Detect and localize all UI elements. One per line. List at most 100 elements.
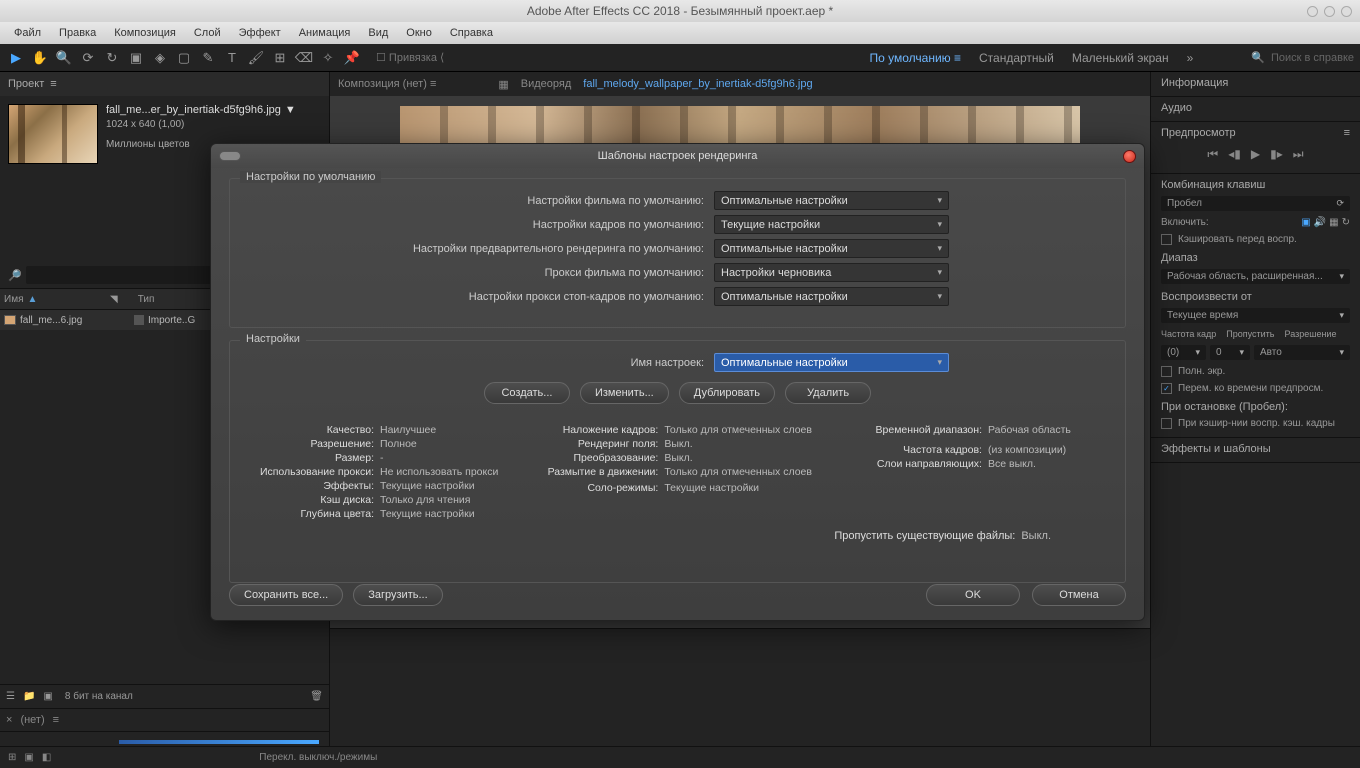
- dialog-close-icon[interactable]: [1123, 150, 1136, 163]
- dialog-titlebar[interactable]: Шаблоны настроек рендеринга: [211, 144, 1144, 168]
- toggle-switches-label[interactable]: Перекл. выключ./режимы: [259, 752, 377, 763]
- col-label-icon[interactable]: ◥: [110, 294, 118, 305]
- cancel-button[interactable]: Отмена: [1032, 584, 1126, 606]
- search-icon[interactable]: 🔎: [8, 269, 22, 282]
- duplicate-button[interactable]: Дублировать: [679, 382, 775, 404]
- status-icon-2[interactable]: ▣: [24, 752, 33, 763]
- delete-button[interactable]: Удалить: [785, 382, 871, 404]
- shape-tool-icon[interactable]: ▢: [174, 48, 194, 68]
- cache-checkbox[interactable]: [1161, 234, 1172, 245]
- workspace-small[interactable]: Маленький экран: [1072, 51, 1169, 65]
- edit-button[interactable]: Изменить...: [580, 382, 669, 404]
- eraser-tool-icon[interactable]: ⌫: [294, 48, 314, 68]
- brush-tool-icon[interactable]: 🖌: [246, 48, 266, 68]
- trash-icon[interactable]: 🗑: [310, 691, 323, 702]
- right-panel: Информация Аудио Предпросмотр≡ ⏮ ◂▮ ▶ ▮▸…: [1150, 72, 1360, 768]
- default-row-select-3[interactable]: Настройки черновика▾: [714, 263, 949, 282]
- bpc-button[interactable]: 8 бит на канал: [65, 691, 133, 702]
- oncache-checkbox[interactable]: [1161, 418, 1172, 429]
- menu-file[interactable]: Файл: [6, 25, 49, 41]
- selection-tool-icon[interactable]: ▶: [6, 48, 26, 68]
- default-row-select-2[interactable]: Оптимальные настройки▾: [714, 239, 949, 258]
- range-select[interactable]: Рабочая область, расширенная...▾: [1161, 269, 1350, 284]
- include-overlay-icon[interactable]: ▦: [1329, 217, 1338, 228]
- col-name[interactable]: Имя ▲: [4, 294, 104, 305]
- effects-panel-title[interactable]: Эффекты и шаблоны: [1161, 443, 1350, 455]
- shortcuts-label: Комбинация клавиш: [1161, 179, 1350, 191]
- dialog-toggle-icon[interactable]: [219, 151, 241, 161]
- create-button[interactable]: Создать...: [484, 382, 570, 404]
- interpret-icon[interactable]: ☰: [6, 691, 15, 702]
- project-tab[interactable]: Проект ≡: [0, 72, 329, 96]
- rotate-tool-icon[interactable]: ↻: [102, 48, 122, 68]
- col-type[interactable]: Тип: [138, 294, 155, 305]
- maximize-button[interactable]: [1324, 6, 1335, 17]
- clone-tool-icon[interactable]: ⊞: [270, 48, 290, 68]
- camera-tool-icon[interactable]: ▣: [126, 48, 146, 68]
- roto-tool-icon[interactable]: ✧: [318, 48, 338, 68]
- menu-view[interactable]: Вид: [360, 25, 396, 41]
- load-button[interactable]: Загрузить...: [353, 584, 442, 606]
- workspace-more-icon[interactable]: »: [1187, 51, 1194, 65]
- footage-tab[interactable]: fall_melody_wallpaper_by_inertiak-d5fg9h…: [583, 78, 812, 90]
- zoom-tool-icon[interactable]: 🔍: [54, 48, 74, 68]
- include-label: Включить:: [1161, 217, 1209, 228]
- ok-button[interactable]: OK: [926, 584, 1020, 606]
- res-select[interactable]: Авто▾: [1254, 345, 1350, 360]
- menu-animation[interactable]: Анимация: [291, 25, 359, 41]
- settings-name-label: Имя настроек:: [244, 357, 704, 369]
- playfrom-select[interactable]: Текущее время▾: [1161, 308, 1350, 323]
- next-frame-icon[interactable]: ▮▸: [1270, 147, 1283, 162]
- menu-window[interactable]: Окно: [398, 25, 440, 41]
- anchor-tool-icon[interactable]: ◈: [150, 48, 170, 68]
- composition-tab[interactable]: Композиция (нет) ≡: [338, 78, 436, 90]
- status-icon-3[interactable]: ◧: [42, 752, 51, 763]
- default-row-label: Настройки прокси стоп-кадров по умолчани…: [244, 291, 704, 303]
- folder-icon[interactable]: 📁: [23, 691, 35, 702]
- fullscreen-checkbox[interactable]: [1161, 366, 1172, 377]
- default-row-select-1[interactable]: Текущие настройки▾: [714, 215, 949, 234]
- move-time-checkbox[interactable]: ✓: [1161, 383, 1172, 394]
- menu-layer[interactable]: Слой: [186, 25, 229, 41]
- timeline-none-tab[interactable]: (нет): [20, 714, 44, 726]
- last-frame-icon[interactable]: ⏭: [1293, 147, 1304, 162]
- save-all-button[interactable]: Сохранить все...: [229, 584, 343, 606]
- layer-icon[interactable]: ▦: [498, 78, 508, 91]
- workspace-standard[interactable]: Стандартный: [979, 51, 1054, 65]
- default-row-select-4[interactable]: Оптимальные настройки▾: [714, 287, 949, 306]
- pen-tool-icon[interactable]: ✎: [198, 48, 218, 68]
- hand-tool-icon[interactable]: ✋: [30, 48, 50, 68]
- status-icon-1[interactable]: ⊞: [8, 752, 16, 763]
- type-tool-icon[interactable]: T: [222, 48, 242, 68]
- help-search[interactable]: 🔍 Поиск в справке: [1251, 51, 1354, 64]
- snap-checkbox[interactable]: ☐ Привязка ⟨: [376, 51, 444, 64]
- workspace-default[interactable]: По умолчанию ≡: [870, 51, 962, 65]
- comp-icon[interactable]: ▣: [43, 691, 52, 702]
- minimize-button[interactable]: [1307, 6, 1318, 17]
- shortcut-select[interactable]: Пробел⟳: [1161, 196, 1350, 211]
- range-label: Диапаз: [1161, 252, 1350, 264]
- puppet-tool-icon[interactable]: 📌: [342, 48, 362, 68]
- prev-frame-icon[interactable]: ◂▮: [1228, 147, 1241, 162]
- include-audio-icon[interactable]: 🔊: [1314, 217, 1326, 228]
- audio-panel-title[interactable]: Аудио: [1161, 102, 1350, 114]
- toolbar: ▶ ✋ 🔍 ⟳ ↻ ▣ ◈ ▢ ✎ T 🖌 ⊞ ⌫ ✧ 📌 ☐ Привязка…: [0, 44, 1360, 72]
- defaults-legend: Настройки по умолчанию: [240, 171, 381, 183]
- menu-edit[interactable]: Правка: [51, 25, 104, 41]
- play-icon[interactable]: ▶: [1251, 147, 1260, 162]
- settings-name-select[interactable]: Оптимальные настройки▾: [714, 353, 949, 372]
- menu-help[interactable]: Справка: [442, 25, 501, 41]
- first-frame-icon[interactable]: ⏮: [1207, 147, 1218, 162]
- default-row-select-0[interactable]: Оптимальные настройки▾: [714, 191, 949, 210]
- orbit-tool-icon[interactable]: ⟳: [78, 48, 98, 68]
- info-panel-title[interactable]: Информация: [1161, 77, 1350, 89]
- include-video-icon[interactable]: ▣: [1301, 217, 1310, 228]
- skip-select[interactable]: 0▾: [1210, 345, 1250, 360]
- fps-select[interactable]: (0)▾: [1161, 345, 1206, 360]
- menu-composition[interactable]: Композиция: [106, 25, 184, 41]
- close-button[interactable]: [1341, 6, 1352, 17]
- menu-effect[interactable]: Эффект: [231, 25, 289, 41]
- include-loop-icon[interactable]: ↻: [1342, 217, 1350, 228]
- preview-panel-title[interactable]: Предпросмотр≡: [1161, 127, 1350, 139]
- timeline-close-icon[interactable]: ×: [6, 714, 12, 726]
